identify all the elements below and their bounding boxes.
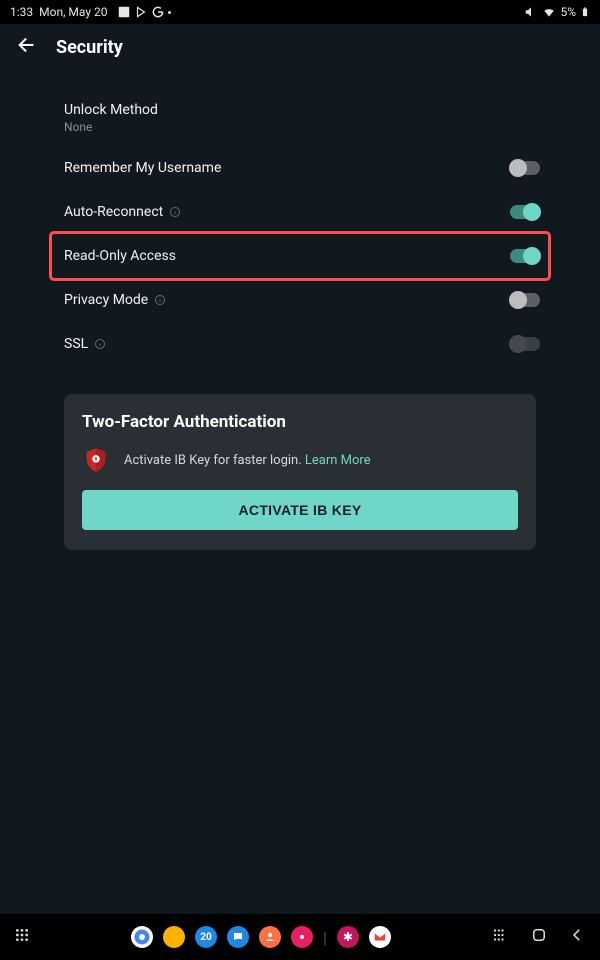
toggle-read-only[interactable] xyxy=(510,249,540,263)
row-label: Remember My Username xyxy=(64,160,221,176)
learn-more-link[interactable]: Learn More xyxy=(305,453,371,468)
divider-icon: | xyxy=(323,928,327,947)
contacts-icon[interactable] xyxy=(259,926,281,948)
row-label: Privacy Mode xyxy=(64,292,166,308)
battery-text: 5% xyxy=(560,5,576,19)
row-label: Read-Only Access xyxy=(64,248,176,264)
row-auto-reconnect[interactable]: Auto-Reconnect xyxy=(0,190,600,234)
row-ssl[interactable]: SSL xyxy=(0,322,600,366)
row-label: Unlock Method xyxy=(64,102,158,118)
row-remember-username[interactable]: Remember My Username xyxy=(0,146,600,190)
activate-ib-key-button[interactable]: ACTIVATE IB KEY xyxy=(82,490,518,530)
system-nav-bar: 20 | ✱ xyxy=(0,914,600,960)
gmail-icon[interactable] xyxy=(369,926,391,948)
google-g-icon xyxy=(151,5,165,19)
toggle-ssl xyxy=(510,337,540,351)
back-button[interactable] xyxy=(16,34,38,60)
mute-icon xyxy=(524,5,538,19)
toggle-remember-username[interactable] xyxy=(510,161,540,175)
card-title: Two-Factor Authentication xyxy=(82,412,518,432)
row-unlock-method[interactable]: Unlock Method None xyxy=(0,90,600,146)
row-read-only-access[interactable]: Read-Only Access xyxy=(52,234,548,278)
app-drawer-button[interactable] xyxy=(14,927,30,947)
status-time: 1:33 xyxy=(10,5,33,19)
info-icon[interactable] xyxy=(169,206,181,218)
page-title: Security xyxy=(56,37,123,58)
files-icon[interactable] xyxy=(163,926,185,948)
wifi-icon xyxy=(542,5,556,19)
status-left: 1:33 Mon, May 20 xyxy=(10,5,171,19)
info-icon[interactable] xyxy=(94,338,106,350)
arrow-left-icon xyxy=(16,34,38,56)
system-nav-buttons xyxy=(492,926,586,948)
dot-icon xyxy=(168,11,171,14)
row-privacy-mode[interactable]: Privacy Mode xyxy=(0,278,600,322)
settings-list: Unlock Method None Remember My Username … xyxy=(0,70,600,550)
camera-icon[interactable] xyxy=(291,926,313,948)
card-desc-text: Activate IB Key for faster login. Learn … xyxy=(124,453,371,468)
calendar-icon[interactable]: 20 xyxy=(195,926,217,948)
image-icon xyxy=(117,5,131,19)
shield-icon xyxy=(82,446,110,474)
info-icon[interactable] xyxy=(154,294,166,306)
row-label: Auto-Reconnect xyxy=(64,204,181,220)
toggle-privacy-mode[interactable] xyxy=(510,293,540,307)
status-date: Mon, May 20 xyxy=(39,5,107,19)
row-sublabel: None xyxy=(64,120,158,134)
dock-apps: 20 | ✱ xyxy=(131,926,391,948)
battery-icon xyxy=(580,5,590,19)
asterisk-app-icon[interactable]: ✱ xyxy=(337,926,359,948)
home-button[interactable] xyxy=(530,926,548,948)
play-triangle-icon xyxy=(134,5,148,19)
status-bar: 1:33 Mon, May 20 5% xyxy=(0,0,600,24)
toggle-auto-reconnect[interactable] xyxy=(510,205,540,219)
recent-apps-button[interactable] xyxy=(492,926,510,948)
messages-icon[interactable] xyxy=(227,926,249,948)
two-factor-card: Two-Factor Authentication Activate IB Ke… xyxy=(64,394,536,550)
chrome-icon[interactable] xyxy=(131,926,153,948)
card-desc-row: Activate IB Key for faster login. Learn … xyxy=(82,446,518,474)
row-label: SSL xyxy=(64,336,106,352)
back-nav-button[interactable] xyxy=(568,926,586,948)
app-header: Security xyxy=(0,24,600,70)
status-right: 5% xyxy=(524,5,590,19)
status-notif-icons xyxy=(117,5,171,19)
